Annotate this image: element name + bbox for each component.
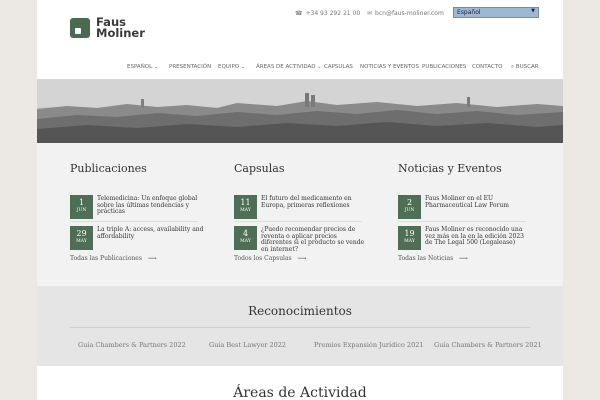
date-month: MAY <box>404 239 415 244</box>
chevron-down-icon: ▼ <box>531 8 535 14</box>
language-selected: Español <box>457 9 481 16</box>
capsulas-title: Capsulas <box>234 162 285 175</box>
award-item: Guía Chambers & Partners 2022 <box>78 341 186 349</box>
divider <box>70 327 190 328</box>
all-capsulas-link[interactable]: Todos los Capsulas ⟶ <box>234 255 306 262</box>
chevron-down-icon: ⌄ <box>153 64 159 70</box>
reconocimientos-title: Reconocimientos <box>248 304 352 318</box>
list-item[interactable]: 4 MAY ¿Puedo recomendar precios de revent… <box>234 226 374 253</box>
date-badge: 4 MAY <box>234 226 257 250</box>
logo[interactable]: Faus Moliner <box>70 16 145 40</box>
date-month: JUN <box>76 208 87 213</box>
date-month: MAY <box>76 239 87 244</box>
entry-title: ¿Puedo recomendar precios de reventa o a… <box>261 226 365 253</box>
date-day: 29 <box>76 229 87 238</box>
noticias-title: Noticias y Eventos <box>398 162 502 175</box>
chevron-down-icon: ⌄ <box>317 64 322 70</box>
nav-item-publicaciones[interactable]: PUBLICACIONES <box>422 64 466 70</box>
date-day: 1 <box>78 198 85 207</box>
entry-title: La triple A: access, availability and af… <box>97 226 204 240</box>
entry-title: Faus Moliner en el EU Pharmaceutical Law… <box>425 195 509 209</box>
all-noticias-link[interactable]: Todas las Noticias ⟶ <box>398 255 468 262</box>
date-badge: 1 JUN <box>70 195 93 219</box>
cityscape-illustration <box>37 79 563 143</box>
date-month: JUN <box>404 208 415 213</box>
divider <box>398 221 526 222</box>
link-label: Todas las Publicaciones <box>70 255 142 262</box>
nav-item-equipo[interactable]: EQUIPO ⌄ <box>218 64 245 70</box>
logo-text: Faus Moliner <box>96 16 145 40</box>
nav-item-noticias[interactable]: NOTICIAS Y EVENTOS <box>360 64 419 70</box>
date-day: 19 <box>404 229 415 238</box>
date-badge: 11 MAY <box>234 195 257 219</box>
logo-mark-icon <box>70 18 90 38</box>
nav-item-buscar[interactable]: ⌕ BUSCAR <box>511 64 539 71</box>
divider <box>234 221 362 222</box>
award-item: Premios Expansión Jurídico 2021 <box>314 341 424 349</box>
areas-title: Áreas de Actividad <box>233 385 367 400</box>
nav-item-contacto[interactable]: CONTACTO <box>472 64 502 70</box>
arrow-right-icon: ⟶ <box>459 255 468 262</box>
entry-title: Faus Moliner es reconocido una vez más e… <box>425 226 524 246</box>
hero-cityscape-image <box>37 79 563 143</box>
date-day: 4 <box>242 229 249 238</box>
all-publicaciones-link[interactable]: Todas las Publicaciones ⟶ <box>70 255 157 262</box>
date-badge: 19 MAY <box>398 226 421 250</box>
divider <box>70 221 198 222</box>
award-item: Guía Chambers & Partners 2021 <box>434 341 542 349</box>
site-header: Faus Moliner ☎ +34 93 292 21 00 ✉ bcn@fa… <box>37 0 563 80</box>
date-day: 11 <box>240 198 251 207</box>
phone-number: +34 93 292 21 00 <box>305 10 361 17</box>
language-select[interactable]: Español ▼ <box>453 7 539 18</box>
main-nav: ESPAÑOL ⌄ PRESENTACIÓN EQUIPO ⌄ ÁREAS DE… <box>37 64 563 74</box>
nav-item-presentacion[interactable]: PRESENTACIÓN <box>169 64 211 70</box>
phone-icon: ☎ <box>295 10 303 17</box>
date-month: MAY <box>240 239 251 244</box>
entry-title: Telemedicina: Un enfoque global sobre la… <box>97 195 198 215</box>
arrow-right-icon: ⟶ <box>297 255 307 262</box>
entry-title: El futuro del medicamento en Europa, pri… <box>261 195 352 209</box>
search-icon: ⌕ <box>511 64 515 70</box>
email-address: bcn@faus-moliner.com <box>375 10 444 17</box>
nav-label: BUSCAR <box>515 64 539 70</box>
list-item[interactable]: 19 MAY Faus Moliner es reconocido una vez… <box>398 226 538 250</box>
reconocimientos-section <box>37 286 563 366</box>
email-contact[interactable]: ✉ bcn@faus-moliner.com <box>367 10 444 17</box>
date-badge: 29 MAY <box>70 226 93 250</box>
divider <box>190 327 310 328</box>
envelope-icon: ✉ <box>367 10 373 17</box>
arrow-right-icon: ⟶ <box>147 255 157 262</box>
nav-label: ESPAÑOL <box>127 64 153 70</box>
nav-item-capsulas[interactable]: CAPSULAS <box>324 64 353 70</box>
link-label: Todos los Capsulas <box>234 255 292 262</box>
link-label: Todas las Noticias <box>398 255 454 262</box>
divider <box>410 327 530 328</box>
page: Faus Moliner ☎ +34 93 292 21 00 ✉ bcn@fa… <box>37 0 563 400</box>
nav-label: EQUIPO <box>218 64 240 70</box>
nav-label: ÁREAS DE ACTIVIDAD <box>256 64 316 70</box>
logo-text-line2: Moliner <box>96 26 145 40</box>
phone-contact[interactable]: ☎ +34 93 292 21 00 <box>295 10 360 17</box>
list-item[interactable]: 1 JUN Telemedicina: Un enfoque global sob… <box>70 195 210 219</box>
list-item[interactable]: 11 MAY El futuro del medicamento en Europ… <box>234 195 374 219</box>
date-badge: 2 JUN <box>398 195 421 219</box>
date-day: 2 <box>406 198 413 207</box>
award-item: Guía Best Lawyer 2022 <box>209 341 287 349</box>
date-month: MAY <box>240 208 251 213</box>
chevron-down-icon: ⌄ <box>240 64 246 70</box>
nav-item-espanol[interactable]: ESPAÑOL ⌄ <box>127 64 158 70</box>
list-item[interactable]: 2 JUN Faus Moliner en el EU Pharmaceutica… <box>398 195 538 219</box>
list-item[interactable]: 29 MAY La triple A: access, availability … <box>70 226 210 250</box>
nav-item-areas[interactable]: ÁREAS DE ACTIVIDAD ⌄ <box>256 64 321 70</box>
publicaciones-title: Publicaciones <box>70 162 147 175</box>
